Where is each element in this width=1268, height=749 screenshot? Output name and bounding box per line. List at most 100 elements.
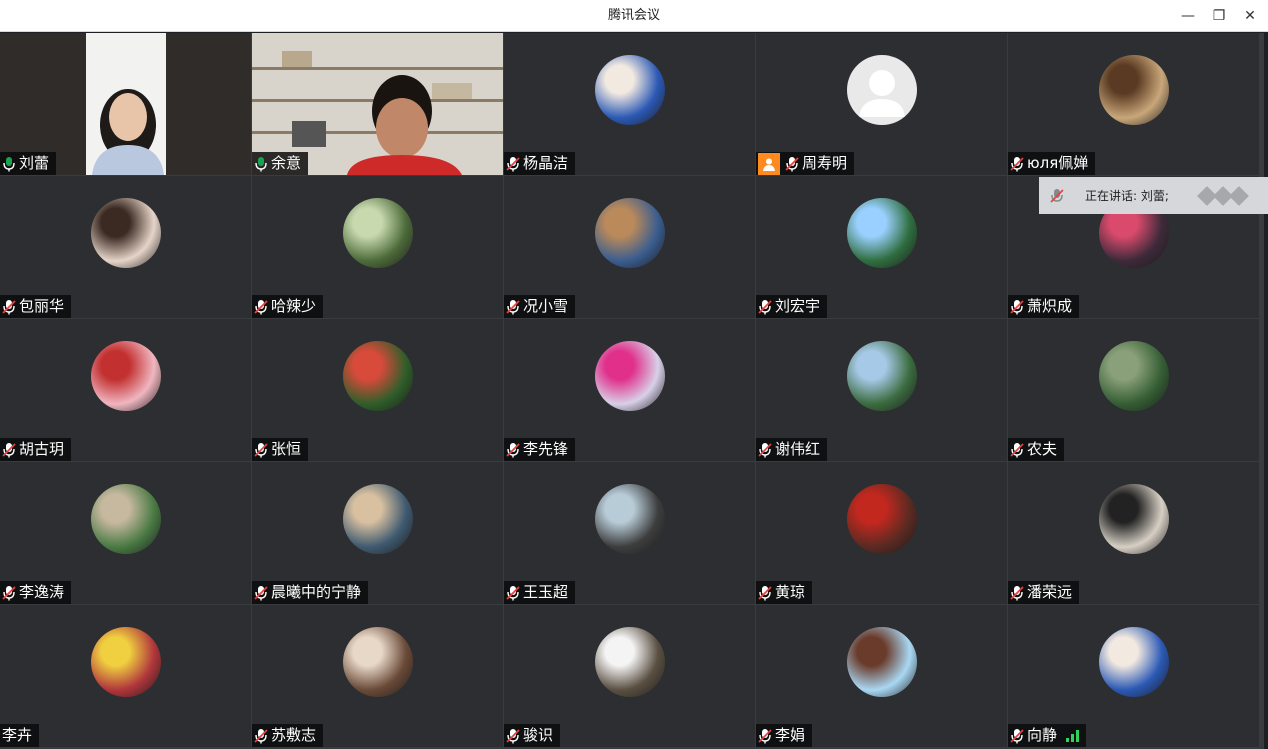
participant-tile[interactable]: 余意 bbox=[252, 33, 503, 175]
mic-muted-icon[interactable] bbox=[2, 299, 16, 315]
avatar bbox=[1098, 341, 1169, 411]
mic-muted-icon[interactable] bbox=[506, 585, 520, 601]
mic-muted-icon[interactable] bbox=[2, 442, 16, 458]
close-button[interactable]: ✕ bbox=[1234, 0, 1266, 32]
mic-muted-icon[interactable] bbox=[1010, 585, 1024, 601]
mic-muted-icon[interactable] bbox=[2, 585, 16, 601]
name-tag: 余意 bbox=[252, 152, 309, 175]
avatar bbox=[342, 627, 413, 697]
mic-muted-icon[interactable] bbox=[1010, 156, 1024, 172]
mic-muted-icon[interactable] bbox=[506, 299, 520, 315]
participant-tile[interactable]: 刘宏宇 bbox=[756, 176, 1007, 318]
default-avatar bbox=[846, 55, 917, 125]
participant-name: 晨曦中的宁静 bbox=[271, 583, 362, 601]
muted-mic-icon bbox=[1050, 188, 1064, 203]
participant-tile[interactable]: 潘荣远 bbox=[1008, 462, 1259, 604]
avatar bbox=[1098, 627, 1169, 697]
participant-name: 李卉 bbox=[2, 726, 33, 744]
mic-on-icon[interactable] bbox=[254, 156, 268, 172]
avatar bbox=[594, 484, 665, 554]
participant-tile[interactable]: 农夫 bbox=[1008, 319, 1259, 461]
participant-name: 况小雪 bbox=[523, 297, 569, 315]
mic-muted-icon[interactable] bbox=[254, 728, 268, 744]
mic-muted-icon[interactable] bbox=[1010, 442, 1024, 458]
participant-tile[interactable]: 骏识 bbox=[504, 605, 755, 747]
avatar bbox=[846, 627, 917, 697]
participant-tile[interactable]: 向静 bbox=[1008, 605, 1259, 747]
participant-name: 刘蕾 bbox=[19, 154, 50, 172]
speaking-wave-icon bbox=[1197, 185, 1249, 206]
participant-name: 谢伟红 bbox=[775, 440, 821, 458]
participant-tile[interactable]: 周寿明 bbox=[756, 33, 1007, 175]
participant-tile[interactable]: 杨晶洁 bbox=[504, 33, 755, 175]
participant-tile[interactable]: 王玉超 bbox=[504, 462, 755, 604]
participant-tile[interactable]: 李娟 bbox=[756, 605, 1007, 747]
avatar bbox=[342, 198, 413, 268]
participant-name: юля佩婵 bbox=[1027, 154, 1089, 172]
avatar bbox=[342, 341, 413, 411]
minimize-button[interactable]: — bbox=[1172, 0, 1204, 32]
participant-tile[interactable]: 况小雪 bbox=[504, 176, 755, 318]
participant-tile[interactable]: 黄琼 bbox=[756, 462, 1007, 604]
mic-muted-icon[interactable] bbox=[506, 442, 520, 458]
name-tag: 周寿明 bbox=[756, 152, 855, 175]
mic-muted-icon[interactable] bbox=[254, 442, 268, 458]
mic-muted-icon[interactable] bbox=[758, 585, 772, 601]
participant-tile[interactable]: юля佩婵 bbox=[1008, 33, 1259, 175]
participant-name: 潘荣远 bbox=[1027, 583, 1073, 601]
mic-muted-icon[interactable] bbox=[1010, 728, 1024, 744]
participant-tile[interactable]: 胡古玥 bbox=[0, 319, 251, 461]
avatar bbox=[594, 55, 665, 125]
participant-name: 刘宏宇 bbox=[775, 297, 821, 315]
avatar bbox=[846, 198, 917, 268]
participant-name: 胡古玥 bbox=[19, 440, 65, 458]
mic-muted-icon[interactable] bbox=[758, 299, 772, 315]
restore-button[interactable]: ❐ bbox=[1203, 0, 1235, 32]
name-tag: 李卉 bbox=[0, 724, 40, 747]
participant-tile[interactable]: 李卉 bbox=[0, 605, 251, 747]
window-title: 腾讯会议 bbox=[607, 8, 660, 23]
host-badge-icon bbox=[758, 152, 780, 175]
name-tag: 刘宏宇 bbox=[756, 295, 828, 318]
mic-muted-icon[interactable] bbox=[785, 156, 799, 172]
participant-tile[interactable]: 谢伟红 bbox=[756, 319, 1007, 461]
participant-name: 苏敷志 bbox=[271, 726, 317, 744]
avatar bbox=[846, 484, 917, 554]
avatar bbox=[342, 484, 413, 554]
name-tag: 王玉超 bbox=[504, 581, 576, 604]
participant-tile[interactable]: 包丽华 bbox=[0, 176, 251, 318]
speaking-label: 正在讲话: 刘蕾; bbox=[1085, 189, 1169, 203]
mic-muted-icon[interactable] bbox=[254, 299, 268, 315]
mic-muted-icon[interactable] bbox=[758, 728, 772, 744]
mic-muted-icon[interactable] bbox=[506, 156, 520, 172]
participant-tile[interactable]: 刘蕾 bbox=[0, 33, 251, 175]
mic-muted-icon[interactable] bbox=[506, 728, 520, 744]
participant-name: 李先锋 bbox=[523, 440, 569, 458]
participant-tile[interactable]: 李逸涛 bbox=[0, 462, 251, 604]
avatar bbox=[846, 341, 917, 411]
avatar bbox=[1098, 55, 1169, 125]
participant-name: 农夫 bbox=[1027, 440, 1058, 458]
name-tag: 苏敷志 bbox=[252, 724, 324, 747]
participant-tile[interactable]: 晨曦中的宁静 bbox=[252, 462, 503, 604]
name-tag: 张恒 bbox=[252, 438, 309, 461]
name-tag: 萧炽成 bbox=[1008, 295, 1080, 318]
name-tag: 杨晶洁 bbox=[504, 152, 576, 175]
avatar bbox=[594, 627, 665, 697]
avatar bbox=[1098, 484, 1169, 554]
participant-tile[interactable]: 苏敷志 bbox=[252, 605, 503, 747]
participant-tile[interactable]: 李先锋 bbox=[504, 319, 755, 461]
participant-name: 包丽华 bbox=[19, 297, 65, 315]
participant-name: 杨晶洁 bbox=[523, 154, 569, 172]
name-tag: 潘荣远 bbox=[1008, 581, 1080, 604]
mic-muted-icon[interactable] bbox=[758, 442, 772, 458]
participant-tile[interactable]: 哈辣少 bbox=[252, 176, 503, 318]
name-tag: 刘蕾 bbox=[0, 152, 57, 175]
speaking-indicator: 正在讲话: 刘蕾; bbox=[1039, 177, 1268, 214]
mic-muted-icon[interactable] bbox=[254, 585, 268, 601]
mic-muted-icon[interactable] bbox=[1010, 299, 1024, 315]
avatar bbox=[90, 484, 161, 554]
participant-tile[interactable]: 张恒 bbox=[252, 319, 503, 461]
mic-on-icon[interactable] bbox=[2, 156, 16, 172]
participant-name: 王玉超 bbox=[523, 583, 569, 601]
